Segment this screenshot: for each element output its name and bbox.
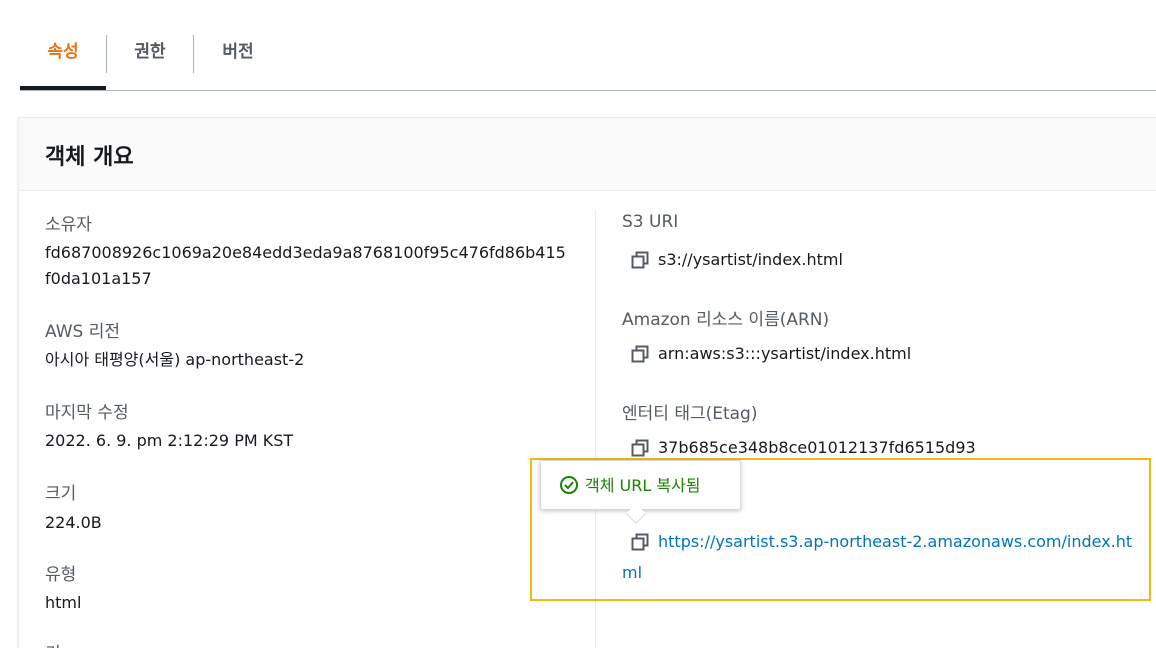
region-value: 아시아 태평양(서울) ap-northeast-2 (45, 350, 305, 369)
type-value: html (45, 593, 82, 612)
last-modified-label: 마지막 수정 (45, 403, 129, 423)
tab-properties[interactable]: 속성 (20, 30, 106, 74)
etag-value: 37b685ce348b8ce01012137fd6515d93 (658, 438, 976, 457)
arn-label: Amazon 리소스 이름(ARN) (622, 310, 830, 330)
arn-value: arn:aws:s3:::ysartist/index.html (658, 344, 912, 363)
panel-title: 객체 개요 (45, 145, 134, 170)
last-modified-value: 2022. 6. 9. pm 2:12:29 PM KST (45, 431, 294, 450)
owner-label: 소유자 (45, 215, 92, 235)
owner-value-line2: f0da101a157 (45, 269, 152, 288)
type-label: 유형 (45, 565, 77, 585)
s3-uri-label: S3 URI (622, 212, 679, 232)
check-circle-icon (560, 475, 578, 494)
etag-label: 엔터티 태그(Etag) (622, 404, 758, 424)
popover-content: 객체 URL 복사됨 (559, 472, 701, 497)
panel-header: 객체 개요 (19, 118, 1156, 191)
copy-icon[interactable] (630, 343, 650, 363)
active-tab-indicator (20, 86, 106, 90)
copied-popover: 객체 URL 복사됨 (540, 460, 741, 524)
size-value: 224.0B (45, 513, 102, 532)
copy-icon[interactable] (630, 437, 650, 457)
s3-uri-value: s3://ysartist/index.html (658, 250, 843, 269)
s3-uri-row: s3://ysartist/index.html (630, 244, 843, 275)
popover-message: 객체 URL 복사됨 (585, 476, 701, 495)
key-label: 키 (45, 639, 61, 648)
region-label: AWS 리전 (45, 322, 120, 342)
tab-bar: 속성 권한 버전 (20, 0, 1156, 91)
copy-icon[interactable] (630, 249, 650, 269)
tab-versions[interactable]: 버전 (194, 30, 282, 74)
arn-row: arn:aws:s3:::ysartist/index.html (630, 338, 911, 369)
size-label: 크기 (45, 484, 77, 504)
tab-permissions[interactable]: 권한 (107, 30, 193, 74)
